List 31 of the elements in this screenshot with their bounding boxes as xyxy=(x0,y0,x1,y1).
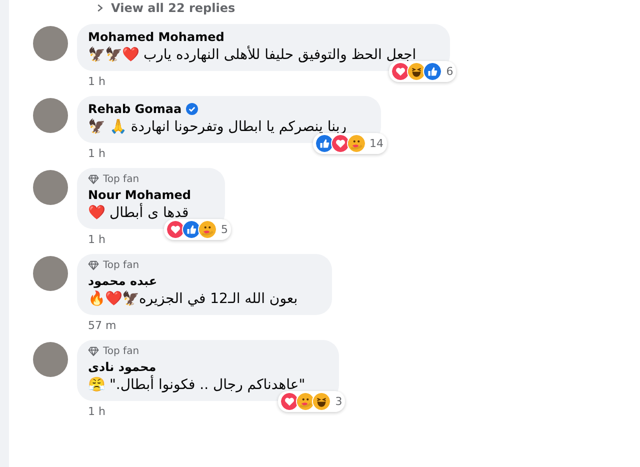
timestamp[interactable]: 1 h xyxy=(88,405,106,418)
avatar-photo[interactable] xyxy=(33,256,68,291)
reaction-summary[interactable]: 5 xyxy=(164,219,231,240)
top-fan-label: Top fan xyxy=(103,260,140,271)
commenter-name[interactable]: عبده محمود xyxy=(88,274,158,288)
timestamp[interactable]: 57 m xyxy=(88,319,116,332)
commenter-name[interactable]: Rehab Gomaa xyxy=(88,102,182,116)
view-replies-link[interactable]: View all 22 replies xyxy=(95,0,640,16)
reaction-summary[interactable]: 3 xyxy=(278,391,346,412)
timestamp[interactable]: 1 h xyxy=(88,233,106,246)
commenter-name[interactable]: Mohamed Mohamed xyxy=(88,30,224,44)
timestamp[interactable]: 1 h xyxy=(88,75,106,88)
avatar-photo[interactable] xyxy=(33,342,68,377)
comment-text: اجعل الحظ والتوفيق حليفا للأهلى النهارده يارب ❤🦅🦅 xyxy=(88,46,416,63)
avatar-photo[interactable] xyxy=(33,170,68,205)
diamond-icon xyxy=(88,174,99,185)
avatar-photo[interactable] xyxy=(33,98,68,133)
avatar-photo[interactable] xyxy=(33,26,68,61)
commenter-name[interactable]: Nour Mohamed xyxy=(88,188,191,202)
diamond-icon xyxy=(88,260,99,271)
comment-text: قدها ى أبطال ❤ xyxy=(88,204,190,221)
chevron-icon xyxy=(95,3,105,13)
diamond-icon xyxy=(88,346,99,357)
commenter-name[interactable]: محمود نادى xyxy=(88,360,156,374)
top-fan-label: Top fan xyxy=(103,346,140,357)
reaction-summary[interactable]: 6 xyxy=(389,61,456,82)
reaction-summary[interactable]: 14 xyxy=(312,133,386,154)
top-fan-label: Top fan xyxy=(103,174,140,185)
comment-text: بعون الله الـ12 في الجزيره🦅❤🔥 xyxy=(88,290,298,307)
comment-text: "عاهدناكم رجال .. فكونوا أبطال." 😤 xyxy=(88,376,306,393)
timestamp[interactable]: 1 h xyxy=(88,147,106,160)
